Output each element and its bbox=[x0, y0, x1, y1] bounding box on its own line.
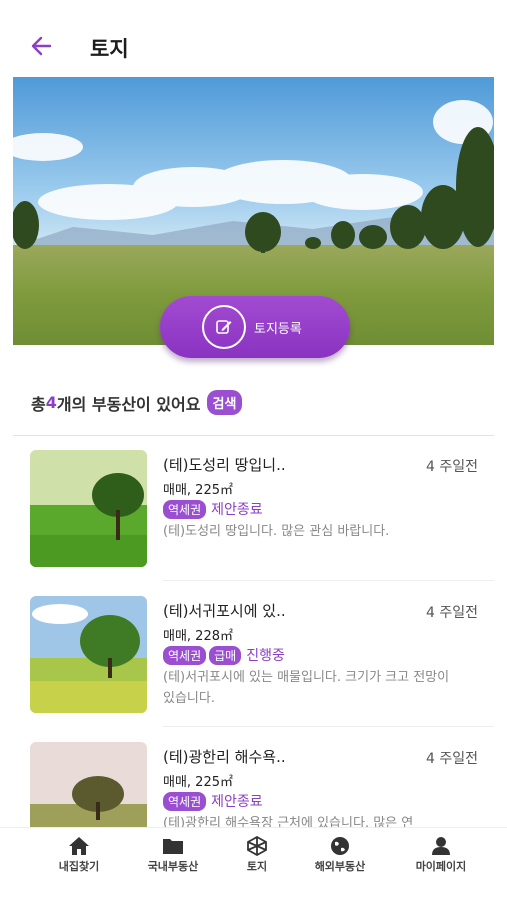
listing-time: 4 주일전 bbox=[426, 605, 478, 621]
listing-summary: 총 4 개의 부동산이 있어요 검색 bbox=[31, 390, 243, 415]
listing-title: (테)서귀포시에 있.. bbox=[163, 602, 286, 620]
tab-mypage[interactable]: 마이페이지 bbox=[401, 836, 481, 874]
status-label: 진행중 bbox=[246, 648, 285, 664]
tab-domestic[interactable]: 국내부동산 bbox=[133, 836, 213, 874]
listing-tags: 역세권 제안종료 bbox=[163, 499, 263, 519]
listing-thumbnail bbox=[30, 742, 147, 827]
listing-time: 4 주일전 bbox=[426, 459, 478, 475]
tab-label: 내집찾기 bbox=[58, 860, 100, 873]
listing-list: (테)도성리 땅입니.. 4 주일전 매매, 225㎡ 역세권 제안종료 (테)… bbox=[0, 436, 507, 827]
list-item[interactable]: (테)광한리 해수욕.. 4 주일전 매매, 225㎡ 역세권 제안종료 (테)… bbox=[0, 728, 507, 827]
listing-count: 4 bbox=[45, 393, 57, 412]
listing-title: (테)도성리 땅입니.. bbox=[163, 456, 286, 474]
listing-description: (테)도성리 땅입니다. 많은 관심 바랍니다. bbox=[163, 524, 390, 539]
tab-label: 국내부동산 bbox=[147, 860, 199, 873]
summary-prefix: 총 bbox=[31, 394, 46, 414]
listing-thumbnail bbox=[30, 450, 147, 567]
arrow-left-icon bbox=[31, 36, 52, 56]
listing-price: 매매, 228㎡ bbox=[163, 629, 233, 644]
app-header: 토지 bbox=[0, 0, 507, 78]
tab-label: 토지 bbox=[246, 860, 268, 873]
search-button[interactable]: 검색 bbox=[206, 390, 243, 415]
listing-thumbnail bbox=[30, 596, 147, 713]
item-divider bbox=[163, 580, 494, 581]
list-item[interactable]: (테)서귀포시에 있.. 4 주일전 매매, 228㎡ 역세권 급매 진행중 (… bbox=[0, 582, 507, 728]
edit-icon bbox=[202, 305, 246, 349]
user-icon bbox=[432, 837, 450, 855]
tag-badge: 역세권 bbox=[163, 645, 207, 665]
page-title: 토지 bbox=[90, 37, 129, 61]
listing-price: 매매, 225㎡ bbox=[163, 483, 233, 498]
item-divider bbox=[163, 726, 494, 727]
listing-time: 4 주일전 bbox=[426, 751, 478, 767]
status-label: 제안종료 bbox=[211, 502, 263, 518]
folder-icon bbox=[163, 839, 183, 854]
listing-tags: 역세권 급매 진행중 bbox=[163, 645, 285, 665]
listing-tags: 역세권 제안종료 bbox=[163, 791, 263, 811]
listing-price: 매매, 225㎡ bbox=[163, 775, 233, 790]
tab-land[interactable]: 토지 bbox=[217, 836, 297, 874]
summary-suffix: 개의 부동산이 있어요 bbox=[56, 394, 201, 414]
back-button[interactable] bbox=[28, 34, 56, 58]
listing-description: (테)광한리 해수욕장 근처에 있습니다. 많은 연 bbox=[163, 816, 414, 827]
list-item[interactable]: (테)도성리 땅입니.. 4 주일전 매매, 225㎡ 역세권 제안종료 (테)… bbox=[0, 436, 507, 582]
listing-description: (테)서귀포시에 있는 매물입니다. 크기가 크고 전망이 있습니다. bbox=[163, 670, 450, 706]
tab-label: 해외부동산 bbox=[314, 860, 366, 873]
listing-title: (테)광한리 해수욕.. bbox=[163, 748, 286, 766]
tag-badge: 역세권 bbox=[163, 499, 207, 519]
land-icon bbox=[247, 836, 267, 856]
tag-badge: 급매 bbox=[209, 645, 242, 665]
register-label: 토지등록 bbox=[254, 321, 302, 337]
home-icon bbox=[69, 837, 89, 855]
globe-icon bbox=[331, 837, 349, 855]
tag-badge: 역세권 bbox=[163, 791, 207, 811]
tab-overseas[interactable]: 해외부동산 bbox=[300, 836, 380, 874]
tab-label: 마이페이지 bbox=[415, 860, 467, 873]
status-label: 제안종료 bbox=[211, 794, 263, 810]
bottom-tab-bar: 내집찾기 국내부동산 토지 해외부동산 마이페이지 bbox=[0, 827, 507, 900]
tab-home[interactable]: 내집찾기 bbox=[39, 836, 119, 874]
land-register-button[interactable]: 토지등록 bbox=[160, 296, 350, 358]
